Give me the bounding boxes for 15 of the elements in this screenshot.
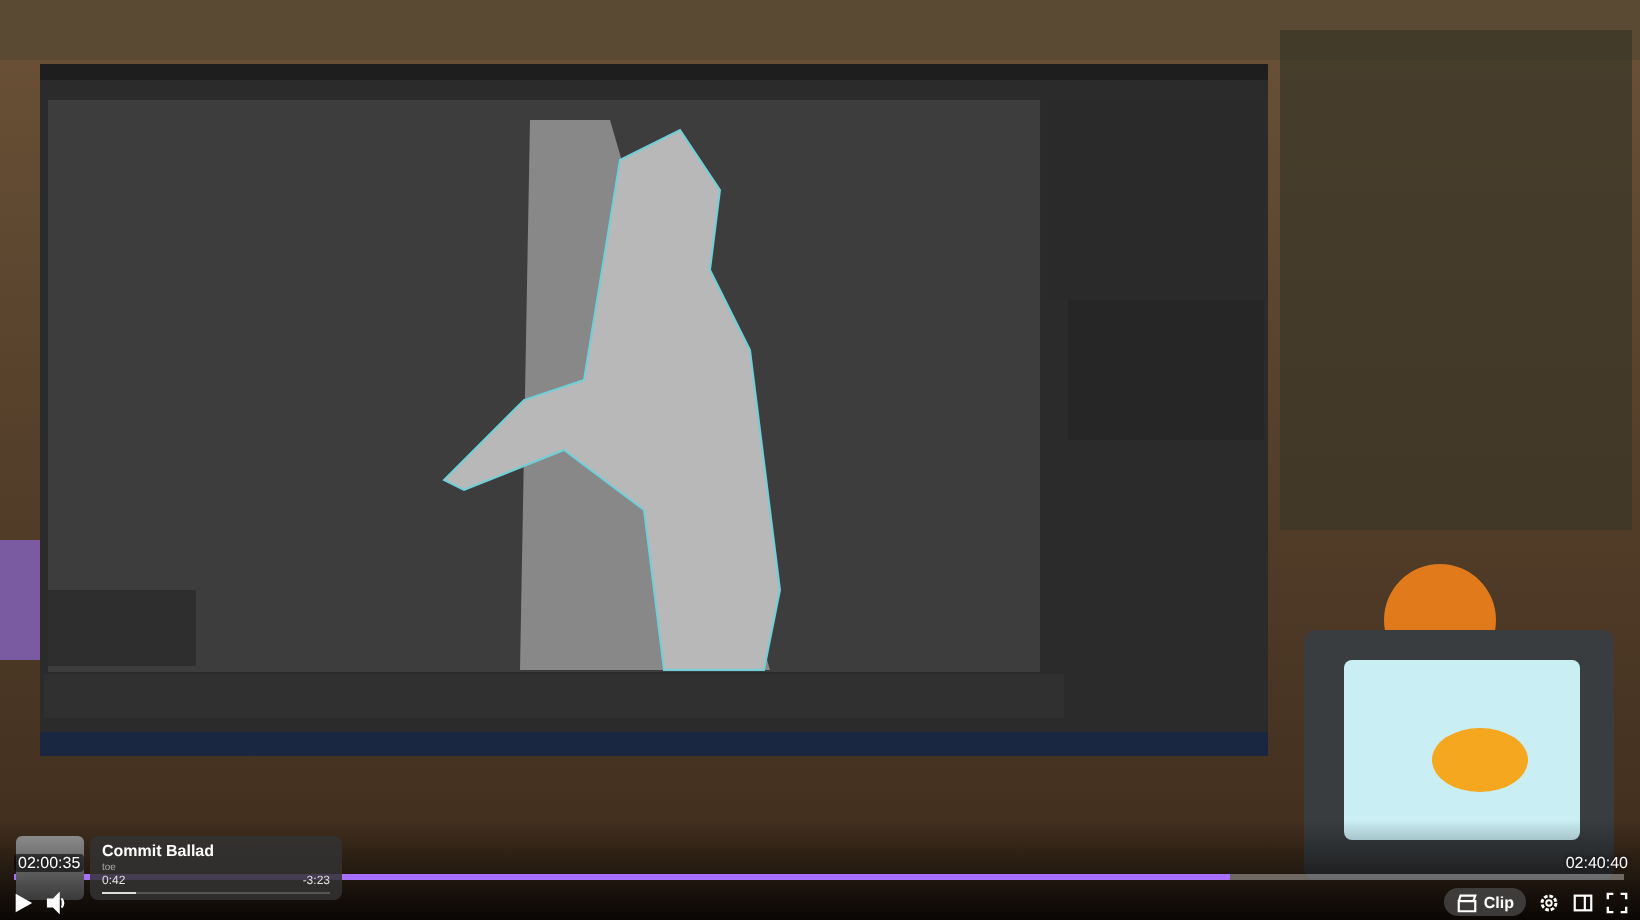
play-icon — [12, 891, 34, 913]
fullscreen-button[interactable] — [1606, 891, 1628, 913]
play-button[interactable] — [12, 891, 34, 913]
track-title: Commit Ballad — [102, 842, 217, 862]
album-art-placeholder — [16, 836, 84, 900]
fullscreen-icon — [1606, 891, 1628, 913]
clapperboard-icon — [1455, 891, 1478, 913]
theater-mode-button[interactable] — [1572, 891, 1594, 913]
clip-button[interactable]: Clip — [1443, 888, 1526, 916]
total-duration: 02:40:40 — [1565, 854, 1628, 872]
settings-icon — [1538, 891, 1560, 913]
panel-icon — [1572, 891, 1594, 913]
speaker-icon — [46, 891, 68, 913]
settings-button[interactable] — [1538, 891, 1560, 913]
volume-button[interactable] — [46, 891, 68, 913]
